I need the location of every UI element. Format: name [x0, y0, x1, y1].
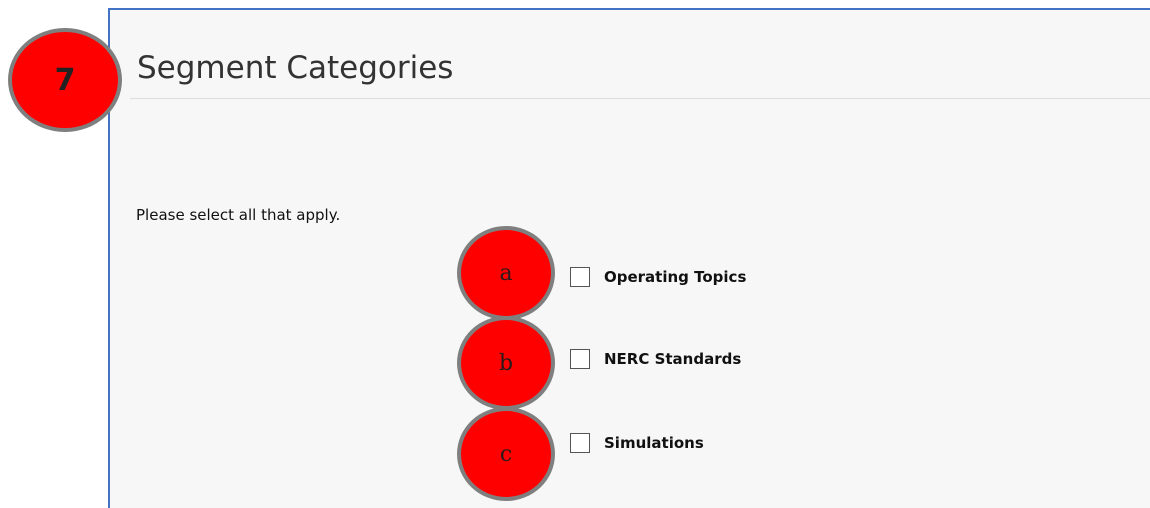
option-marker-a: a	[457, 226, 555, 320]
step-marker-label: 7	[54, 62, 76, 98]
option-marker-c-label: c	[499, 441, 513, 467]
nerc-standards-label: NERC Standards	[604, 350, 742, 368]
operating-topics-label: Operating Topics	[604, 268, 747, 286]
instruction-text: Please select all that apply.	[136, 206, 341, 224]
simulations-label: Simulations	[604, 434, 704, 452]
option-marker-b-label: b	[498, 350, 514, 376]
simulations-checkbox[interactable]	[570, 433, 590, 453]
nerc-standards-checkbox[interactable]	[570, 349, 590, 369]
page-title: Segment Categories	[137, 50, 454, 86]
step-marker-circle: 7	[8, 28, 122, 132]
operating-topics-checkbox[interactable]	[570, 267, 590, 287]
option-marker-c: c	[457, 407, 555, 501]
option-marker-a-label: a	[499, 260, 513, 286]
option-marker-b: b	[457, 316, 555, 410]
title-divider	[130, 98, 1150, 99]
